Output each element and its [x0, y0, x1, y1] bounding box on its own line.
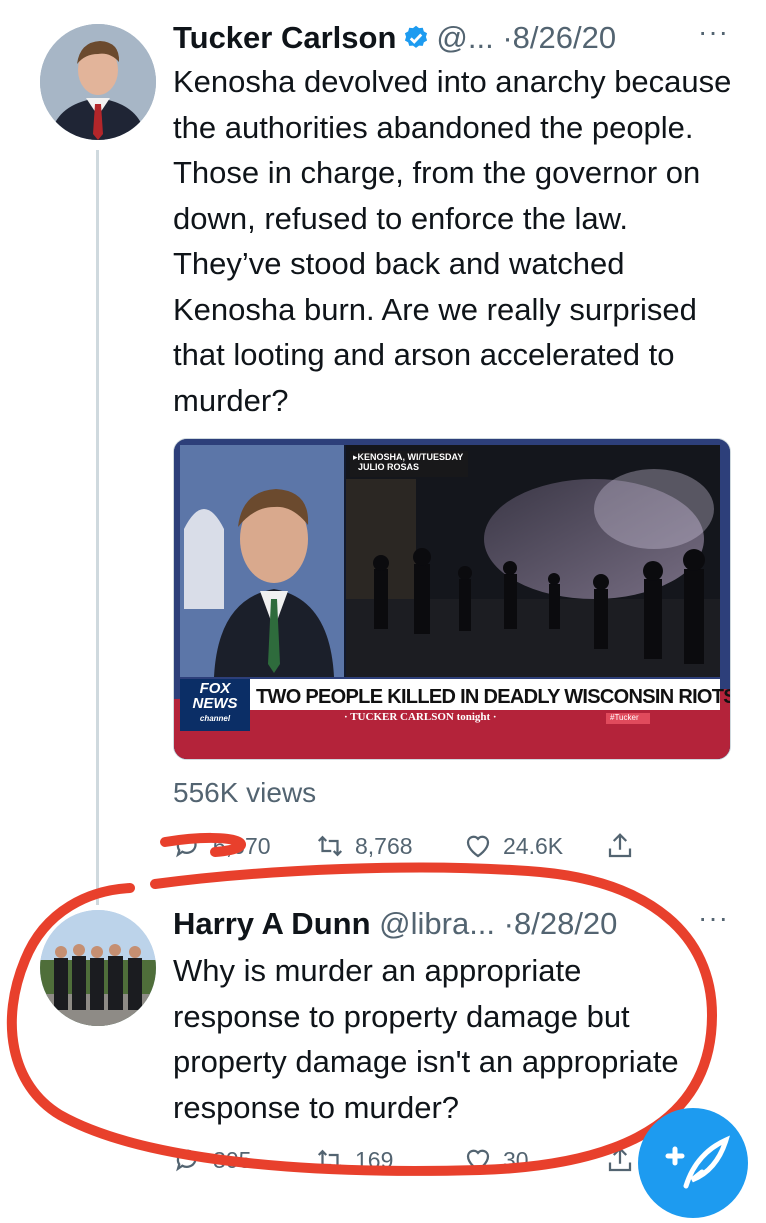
more-options-button[interactable]: ··· — [698, 16, 729, 48]
retweet-count: 8,768 — [355, 832, 413, 859]
like-button[interactable]: 30 — [463, 1145, 529, 1175]
more-options-button[interactable]: ··· — [698, 902, 729, 934]
tweet-actions: 6,670 8,768 24.6K — [173, 831, 653, 865]
author-handle[interactable]: @... — [436, 20, 493, 55]
author-name[interactable]: Harry A Dunn — [173, 906, 371, 941]
video-show-name: · TUCKER CARLSON tonight · — [344, 711, 497, 723]
like-icon — [466, 1149, 490, 1172]
retweet-count: 169 — [355, 1146, 394, 1173]
reply-icon — [176, 835, 197, 858]
thread-connector-line — [96, 150, 99, 905]
video-hashtag: #Tucker — [610, 713, 639, 722]
retweet-button[interactable]: 8,768 — [315, 831, 413, 861]
reply-count: 6,670 — [213, 832, 271, 859]
compose-tweet-icon — [665, 1135, 730, 1189]
tucker-carlson-avatar[interactable] — [40, 24, 156, 140]
retweet-button[interactable]: 169 — [315, 1145, 393, 1175]
video-reporter-caption: JULIO ROSAS — [358, 462, 420, 472]
tweet-text: Why is murder an appropriate response to… — [173, 953, 679, 1125]
tweet-date[interactable]: 8/28/20 — [514, 906, 617, 941]
share-icon — [608, 833, 632, 858]
reply-count: 305 — [213, 1146, 252, 1173]
view-count: 556K views — [173, 777, 317, 808]
author-name[interactable]: Tucker Carlson — [173, 20, 396, 55]
like-count: 30 — [503, 1146, 529, 1173]
share-button[interactable] — [605, 831, 635, 861]
harry-a-dunn-avatar[interactable] — [40, 910, 156, 1026]
retweet-icon — [317, 1149, 343, 1171]
like-button[interactable]: 24.6K — [463, 831, 563, 861]
compose-tweet-button[interactable] — [638, 1108, 748, 1218]
verified-badge-icon — [402, 24, 430, 52]
video-headline: TWO PEOPLE KILLED IN DEADLY WISCONSIN RI… — [256, 686, 731, 708]
tweet-actions: 305 169 30 — [173, 1145, 653, 1179]
like-icon — [466, 835, 490, 858]
share-button[interactable] — [605, 1145, 635, 1175]
author-handle[interactable]: @libra... — [379, 906, 495, 941]
fox-news-logo: FOX NEWS channel — [192, 680, 238, 723]
tweet-header: Tucker Carlson @... ·8/26/20 ··· — [173, 16, 728, 56]
reply-button[interactable]: 6,670 — [173, 831, 271, 861]
reply-button[interactable]: 305 — [173, 1145, 251, 1175]
separator-dot: · — [503, 906, 514, 941]
reply-icon — [176, 1149, 197, 1172]
share-icon — [608, 1147, 632, 1172]
tweet-media-video[interactable]: ▸KENOSHA, WI/TUESDAY JULIO ROSAS FOX NEW… — [173, 438, 731, 760]
tweet-date[interactable]: 8/26/20 — [513, 20, 616, 55]
like-count: 24.6K — [503, 832, 564, 859]
separator-dot: · — [502, 20, 513, 55]
retweet-icon — [317, 835, 343, 857]
tweet-header: Harry A Dunn @libra... ·8/28/20 ··· — [173, 902, 728, 942]
video-location-caption: ▸KENOSHA, WI/TUESDAY JULIO ROSAS — [353, 452, 464, 472]
tweet-text: Kenosha devolved into anarchy because th… — [173, 64, 732, 418]
